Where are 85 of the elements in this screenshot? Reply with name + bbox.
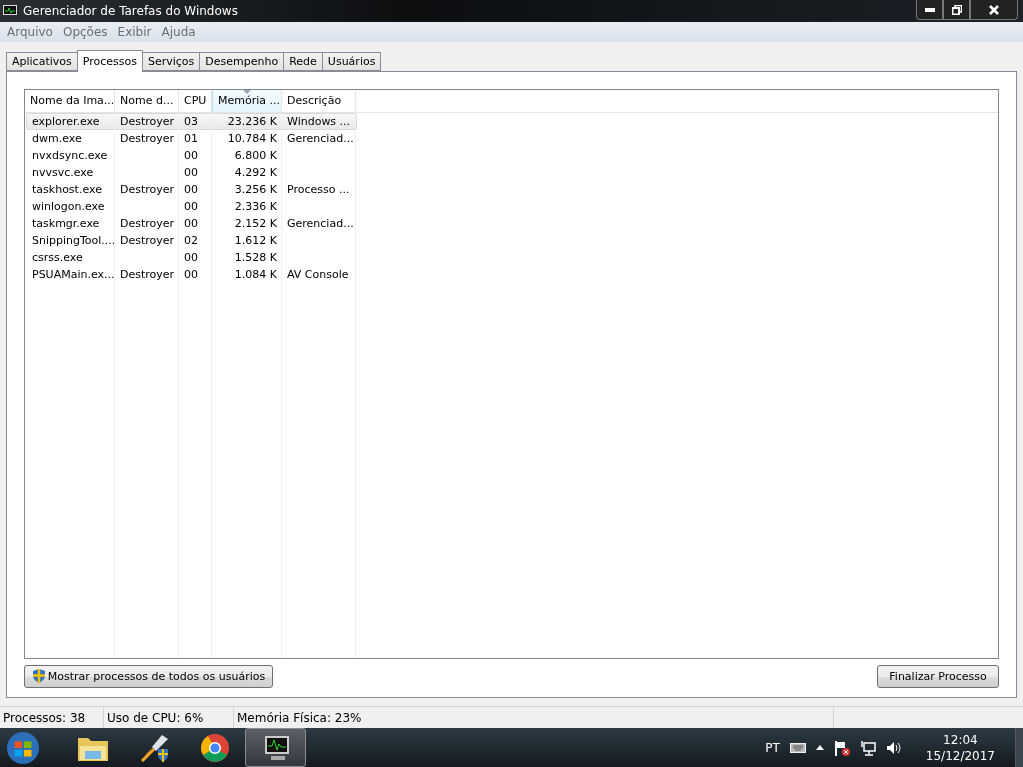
column-header[interactable]: Memória ... [212, 89, 282, 112]
menu-item[interactable]: Ajuda [156, 24, 201, 39]
tab[interactable]: Usuários [321, 51, 382, 71]
clock[interactable]: 12:04 15/12/2017 [925, 731, 995, 764]
close-button[interactable] [970, 0, 1018, 20]
table-row[interactable]: nvvsvc.exe 00 4.292 K [26, 163, 357, 181]
table-cell-text: Destroyer [119, 266, 176, 282]
table-cell-text: Gerenciad... [286, 215, 355, 231]
keyboard-icon[interactable] [789, 742, 806, 753]
table-cell-text: 2.152 K [233, 215, 278, 231]
table-cell-text: 01 [183, 130, 199, 146]
table-cell-text: 6.800 K [233, 147, 278, 163]
table-cell-text: taskmgr.exe [31, 215, 101, 231]
table-cell-text: 00 [183, 164, 199, 180]
table-cell-text: winlogon.exe [31, 198, 106, 214]
table-cell-text: Gerenciad... [286, 130, 355, 146]
table-cell-text: 1.528 K [233, 249, 278, 265]
table-cell-text: 4.292 K [233, 164, 278, 180]
table-cell-text: 03 [183, 113, 199, 129]
table-row[interactable]: taskhost.exe Destroyer 00 3.256 K Processo ... [26, 180, 357, 198]
table-cell-text: Windows ... [286, 113, 352, 129]
table-row[interactable]: dwm.exe Destroyer 01 10.784 K Gerenciad... [26, 129, 357, 147]
table-cell-text: 00 [183, 181, 199, 197]
shield-icon [31, 668, 46, 685]
table-cell-text: 00 [183, 147, 199, 163]
table-row[interactable]: winlogon.exe 00 2.336 K [26, 197, 357, 215]
restore-icon [951, 4, 962, 15]
tab[interactable]: Processos [76, 49, 143, 72]
menu-item[interactable]: Opções [57, 24, 113, 39]
table-cell-text: Destroyer [119, 232, 176, 248]
table-cell-text: dwm.exe [31, 130, 83, 146]
language-indicator[interactable]: PT [765, 740, 780, 755]
table-cell-text: Destroyer [119, 130, 176, 146]
table-cell-text: 02 [183, 232, 199, 248]
window-title: Gerenciador de Tarefas do Windows [23, 3, 239, 18]
table-cell-text: 3.256 K [233, 181, 278, 197]
tab[interactable]: Desempenho [199, 51, 285, 71]
table-row[interactable]: PSUAMain.ex... Destroyer 00 1.084 K AV Console [26, 265, 357, 283]
volume-icon[interactable] [885, 740, 902, 755]
table-row[interactable]: taskmgr.exe Destroyer 00 2.152 K Gerenciad... [26, 214, 357, 232]
network-icon[interactable] [859, 739, 876, 756]
table-cell-text: 00 [183, 266, 199, 282]
flag-icon[interactable] [833, 739, 850, 756]
table-cell-text: 2.336 K [233, 198, 278, 214]
close-icon [989, 4, 999, 15]
table-cell-text: SnippingTool.... [31, 232, 115, 248]
taskbar-button[interactable] [245, 728, 306, 767]
table-row[interactable]: csrss.exe 00 1.528 K [26, 248, 357, 266]
table-cell-text: Destroyer [119, 181, 176, 197]
menu-item[interactable]: Exibir [112, 24, 157, 39]
up-arrow-icon[interactable] [815, 745, 824, 750]
table-cell-text: 1.612 K [233, 232, 278, 248]
table-cell-text: 23.236 K [226, 113, 278, 129]
clock-date: 15/12/2017 [925, 747, 995, 764]
table-cell-text: 1.084 K [233, 266, 278, 282]
table-cell-text: Destroyer [119, 113, 176, 129]
clock-time: 12:04 [943, 731, 978, 748]
tab[interactable]: Aplicativos [6, 51, 78, 71]
table-cell-text: explorer.exe [31, 113, 101, 129]
table-cell-text: PSUAMain.ex... [31, 266, 115, 282]
table-cell-text: 00 [183, 249, 199, 265]
table-cell-text: 10.784 K [226, 130, 278, 146]
table-cell-text: Destroyer [119, 215, 176, 231]
tab[interactable]: Serviços [141, 51, 201, 71]
table-cell-text: nvxdsync.exe [31, 147, 109, 163]
table-cell-text: 00 [183, 215, 199, 231]
table-cell-text: nvvsvc.exe [31, 164, 95, 180]
end-process-button[interactable]: Finalizar Processo [877, 664, 999, 688]
minimize-button[interactable] [916, 0, 943, 20]
show-all-processes-button[interactable]: Mostrar processos de todos os usuários [24, 664, 273, 688]
table-cell-text: taskhost.exe [31, 181, 103, 197]
menu-item[interactable]: Arquivo [2, 24, 58, 39]
restore-button[interactable] [943, 0, 970, 20]
monitor-icon [2, 3, 18, 18]
tab[interactable]: Rede [283, 51, 323, 71]
sort-arrow-icon [243, 89, 251, 94]
browser-icon [199, 732, 230, 763]
table-cell-text: 00 [183, 198, 199, 214]
table-cell-text: csrss.exe [31, 249, 84, 265]
windows-logo-icon [6, 729, 40, 766]
minimize-icon [924, 7, 935, 12]
table-row[interactable]: nvxdsync.exe 00 6.800 K [26, 146, 357, 164]
table-cell-text: AV Console [286, 266, 350, 282]
table-cell-text: Processo ... [286, 181, 351, 197]
table-row[interactable]: SnippingTool.... Destroyer 02 1.612 K [26, 231, 357, 249]
